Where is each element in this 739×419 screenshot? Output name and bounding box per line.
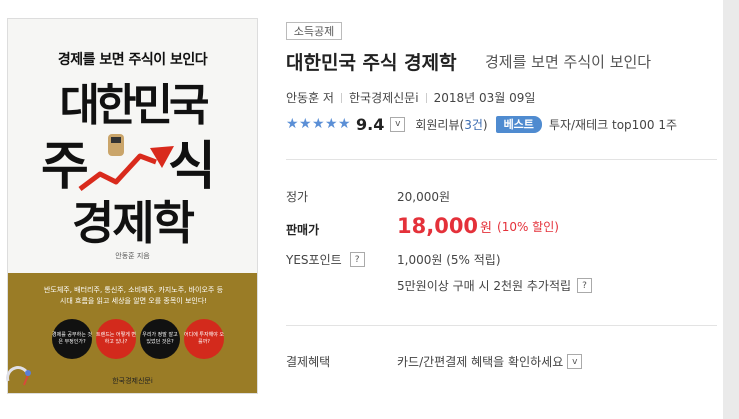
star-icon: ★ [338,115,351,132]
product-meta: 안동훈 저 한국경제신문i 2018년 03월 09일 [286,89,535,106]
yes-points-value: 1,000원 (5% 적립) [397,253,501,267]
rating-stars: ★ ★ ★ ★ ★ [286,115,351,132]
member-review-link[interactable]: 회원리뷰(3건) [415,116,487,133]
author-link[interactable]: 안동훈 저 [286,91,334,105]
product-subtitle: 경제를 보면 주식이 보인다 [485,53,652,71]
cover-top-area: 경제를 보면 주식이 보인다 대한민국 주 식 경제학 안동훈 지음 [8,19,257,273]
chevron-down-icon: v [395,119,401,129]
book-cover-image[interactable]: 경제를 보면 주식이 보인다 대한민국 주 식 경제학 안동훈 지음 반도체주,… [7,18,258,394]
star-icon: ★ [299,115,312,132]
publish-date: 2018년 03월 09일 [433,91,536,105]
cover-blurb-line2: 시대 흐름을 읽고 세상을 알면 오를 종목이 보인다! [59,297,208,305]
payment-benefit-row: 카드/간편결제 혜택을 확인하세요 v [397,353,583,370]
yes-points-label: YES포인트 [286,253,342,267]
rating-dropdown-button[interactable]: v [390,116,406,132]
discount-percent: (10% 할인) [497,219,559,234]
cover-subtitle: 경제를 보면 주식이 보인다 [57,52,208,68]
sale-price-row: 18,000 원 (10% 할인) [397,214,559,238]
category-rank-link[interactable]: 투자/재테크 top100 1주 [549,116,677,133]
sale-price-unit: 원 [480,220,493,236]
payment-benefit-label: 결제혜택 [286,355,331,369]
cover-circle-3: 우리가 정말 잘고 있었던 것은? [140,319,180,359]
best-badge: 베스트 [495,115,542,133]
product-panel: 경제를 보면 주식이 보인다 대한민국 주 식 경제학 안동훈 지음 반도체주,… [0,0,723,419]
rating-row: ★ ★ ★ ★ ★ 9.4 v 회원리뷰(3건) 베스트 투자/재테크 top1… [286,114,677,134]
loading-spinner-icon [6,366,31,386]
cover-blurb: 반도체주, 배터리주, 통신주, 소비재주, 카지노주, 바이오주 등 시대 흐… [16,285,251,307]
cover-circle-2: 트렌드는 어떻게 변하고 있나? [96,319,136,359]
star-icon: ★ [312,115,325,132]
extra-points-text: 5만원이상 구매 시 2천원 추가적립 [397,279,572,293]
meta-divider [340,93,342,103]
rating-score: 9.4 [356,114,385,134]
publisher-link[interactable]: 한국경제신문i [349,91,419,105]
review-count[interactable]: 3건 [464,118,483,132]
cover-author: 안동훈 지음 [115,252,150,260]
star-icon: ★ [286,115,299,132]
section-divider [286,159,717,160]
extra-points-help-button[interactable]: ? [577,278,593,293]
payment-benefit-text[interactable]: 카드/간편결제 혜택을 확인하세요 [397,353,563,370]
sale-price-value: 18,000 [397,214,479,238]
cover-bottom-band: 반도체주, 배터리주, 통신주, 소비재주, 카지노주, 바이오주 등 시대 흐… [8,273,257,393]
sale-price-label: 판매가 [286,223,320,237]
cover-circle-1: 경제를 공부하는 것은 부정인가? [52,319,92,359]
cover-blurb-line1: 반도체주, 배터리주, 통신주, 소비재주, 카지노주, 바이오주 등 [43,286,224,294]
cover-publisher: 한국경제신문i [112,377,153,385]
chevron-down-icon: v [572,356,578,367]
list-price-label: 정가 [286,190,309,204]
review-close: ) [482,117,488,132]
cover-title-line3: 경제학 [72,196,195,250]
product-title: 대한민국 주식 경제학 [286,52,457,74]
rising-arrow-icon [78,134,174,191]
page-side-gutter [723,0,739,419]
points-help-button[interactable]: ? [349,252,365,267]
list-price-value: 20,000원 [397,190,451,204]
cover-circle-4: 어디에 투자해야 오를까? [184,319,224,359]
review-label: 회원리뷰( [415,117,465,132]
payment-dropdown-button[interactable]: v [567,354,583,369]
tax-deduction-badge: 소득공제 [286,22,342,40]
star-icon: ★ [325,115,338,132]
meta-divider [425,93,427,103]
extra-points-row: 5만원이상 구매 시 2천원 추가적립 ? [397,277,593,294]
yes-points-row: YES포인트 ? [286,251,365,268]
section-divider [286,325,717,326]
